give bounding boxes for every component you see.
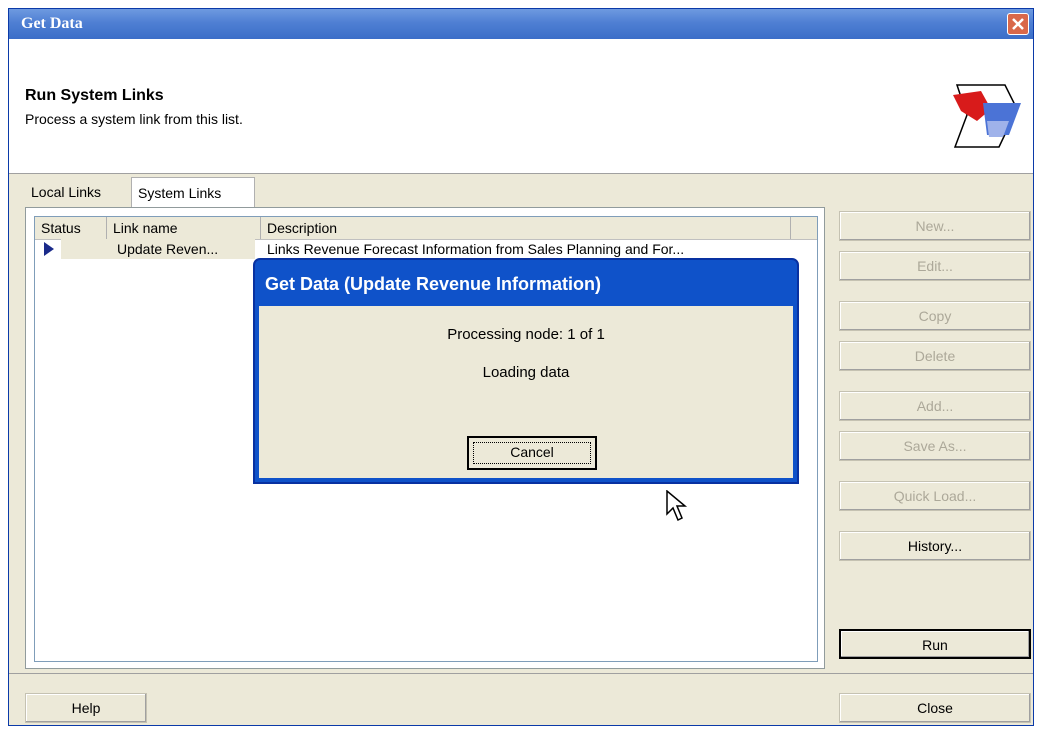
- list-header: Status Link name Description: [35, 217, 817, 240]
- help-button[interactable]: Help: [25, 693, 147, 723]
- link-name-cell: Update Reven...: [117, 241, 219, 257]
- tab-local-links[interactable]: Local Links: [25, 177, 127, 207]
- cancel-button[interactable]: Cancel: [467, 436, 597, 470]
- close-window-button[interactable]: [1007, 13, 1029, 35]
- add-button[interactable]: Add...: [839, 391, 1031, 421]
- mouse-cursor-icon: [666, 490, 688, 522]
- close-icon: [1012, 18, 1024, 30]
- new-button[interactable]: New...: [839, 211, 1031, 241]
- wizard-header: Run System Links Process a system link f…: [9, 39, 1033, 174]
- history-button[interactable]: History...: [839, 531, 1031, 561]
- column-description[interactable]: Description: [261, 217, 791, 239]
- tab-system-links[interactable]: System Links: [131, 177, 255, 207]
- quick-load-button[interactable]: Quick Load...: [839, 481, 1031, 511]
- list-item[interactable]: Update Reven... Links Revenue Forecast I…: [35, 239, 817, 259]
- progress-dialog-title: Get Data (Update Revenue Information): [265, 274, 602, 294]
- delete-button[interactable]: Delete: [839, 341, 1031, 371]
- column-status[interactable]: Status: [35, 217, 107, 239]
- progress-text: Processing node: 1 of 1: [447, 326, 605, 343]
- edit-button[interactable]: Edit...: [839, 251, 1031, 281]
- close-button[interactable]: Close: [839, 693, 1031, 723]
- status-arrow-icon: [44, 242, 54, 256]
- footer-divider: [9, 673, 1033, 674]
- system-link-icon: [953, 84, 1021, 148]
- focus-rect: [473, 442, 591, 464]
- copy-button[interactable]: Copy: [839, 301, 1031, 331]
- header-subtitle: Process a system link from this list.: [25, 111, 243, 127]
- window-title: Get Data: [21, 15, 83, 32]
- column-link-name[interactable]: Link name: [107, 217, 261, 239]
- status-text: Loading data: [482, 364, 570, 381]
- run-button[interactable]: Run: [839, 629, 1031, 659]
- description-cell: Links Revenue Forecast Information from …: [267, 241, 685, 257]
- progress-dialog: Get Data (Update Revenue Information) Pr…: [253, 258, 799, 484]
- progress-dialog-body: Processing node: 1 of 1 Loading data Can…: [259, 306, 793, 478]
- save-as-button[interactable]: Save As...: [839, 431, 1031, 461]
- title-bar[interactable]: Get Data: [9, 9, 1033, 39]
- header-title: Run System Links: [25, 87, 164, 104]
